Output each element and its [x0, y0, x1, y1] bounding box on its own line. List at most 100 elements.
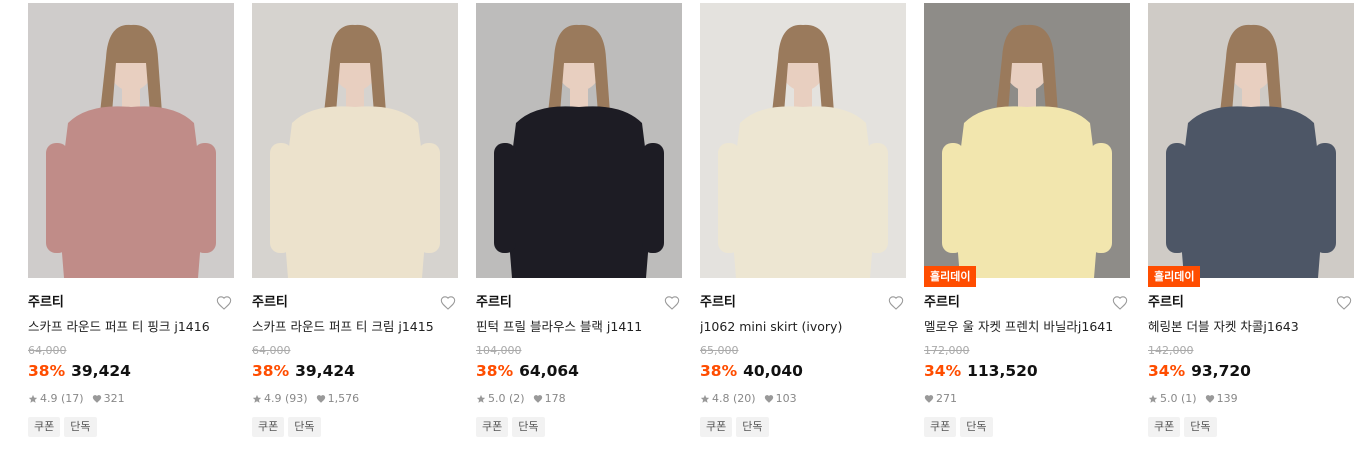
original-price: 142,000	[1148, 344, 1194, 357]
discount-rate: 34%	[1148, 362, 1186, 380]
brand-row: 주르티	[252, 293, 458, 313]
product-title[interactable]: 스카프 라운드 퍼프 티 크림 j1415	[252, 318, 458, 336]
star-icon	[476, 394, 486, 403]
model-photo-illustration	[1148, 3, 1354, 278]
price-row: 34% 93,720	[1148, 360, 1251, 382]
product-image[interactable]	[700, 3, 906, 278]
product-card[interactable]: 홀리데이 주르티 멜로우 울 자켓 프렌치 바닐라j1641 172,000 34% 11…	[924, 3, 1130, 453]
tag-chip: 쿠폰	[1148, 417, 1181, 437]
original-price: 65,000	[700, 344, 739, 357]
product-card[interactable]: 주르티스카프 라운드 퍼프 티 크림 j1415 64,000 38% 39,424 4…	[252, 3, 458, 453]
model-photo-illustration	[28, 3, 234, 278]
heart-filled-icon	[316, 395, 325, 403]
discount-rate: 34%	[924, 362, 962, 380]
tag-chip: 단독	[64, 417, 97, 437]
sale-price: 93,720	[1191, 362, 1251, 380]
review-count: (2)	[509, 392, 525, 405]
brand-name[interactable]: 주르티	[28, 293, 64, 313]
star-icon	[1148, 394, 1158, 403]
product-title[interactable]: 헤링본 더블 자켓 차콜j1643	[1148, 318, 1354, 336]
like-count: 139	[1216, 392, 1238, 405]
brand-name[interactable]: 주르티	[1148, 293, 1184, 313]
rating-value: 4.9	[264, 392, 282, 405]
wishlist-heart-icon[interactable]	[888, 295, 904, 311]
tag-chip: 쿠폰	[252, 417, 285, 437]
tag-chip: 쿠폰	[924, 417, 957, 437]
product-title[interactable]: 스카프 라운드 퍼프 티 핑크 j1416	[28, 318, 234, 336]
brand-name[interactable]: 주르티	[252, 293, 288, 313]
model-photo-illustration	[476, 3, 682, 278]
wishlist-heart-icon[interactable]	[1336, 295, 1352, 311]
model-photo-illustration	[252, 3, 458, 278]
tag-chip: 단독	[1184, 417, 1217, 437]
product-image[interactable]	[476, 3, 682, 278]
product-grid: 주르티스카프 라운드 퍼프 티 핑크 j1416 64,000 38% 39,424 4…	[28, 3, 1354, 453]
product-title[interactable]: 핀턱 프릴 블라우스 블랙 j1411	[476, 318, 682, 336]
product-card[interactable]: 주르티 핀턱 프릴 블라우스 블랙 j1411 104,000 38% 64,064 5.…	[476, 3, 682, 453]
product-image[interactable]	[924, 3, 1130, 278]
likes-group: 178	[533, 391, 566, 407]
review-meta: 4.9 (17) 321	[28, 391, 133, 407]
review-meta: 4.8 (20) 103	[700, 391, 805, 407]
original-price: 64,000	[252, 344, 291, 357]
brand-name[interactable]: 주르티	[476, 293, 512, 313]
product-image[interactable]	[1148, 3, 1354, 278]
discount-rate: 38%	[476, 362, 514, 380]
rating-value: 5.0	[1160, 392, 1178, 405]
brand-name[interactable]: 주르티	[924, 293, 960, 313]
likes-group: 1,576	[316, 391, 360, 407]
heart-filled-icon	[533, 395, 542, 403]
star-icon	[252, 394, 262, 403]
wishlist-heart-icon[interactable]	[1112, 295, 1128, 311]
price-row: 38% 39,424	[252, 360, 355, 382]
tag-list: 쿠폰 단독	[1148, 417, 1217, 437]
brand-row: 주르티	[476, 293, 682, 313]
star-icon	[28, 394, 38, 403]
review-count: (1)	[1181, 392, 1197, 405]
sale-price: 113,520	[967, 362, 1038, 380]
like-count: 1,576	[327, 392, 360, 405]
model-photo-illustration	[700, 3, 906, 278]
heart-filled-icon	[1205, 395, 1214, 403]
tag-list: 쿠폰 단독	[476, 417, 545, 437]
tag-list: 쿠폰 단독	[252, 417, 321, 437]
discount-rate: 38%	[252, 362, 290, 380]
product-card[interactable]: 주르티스카프 라운드 퍼프 티 핑크 j1416 64,000 38% 39,424 4…	[28, 3, 234, 453]
model-photo-illustration	[924, 3, 1130, 278]
review-meta: 4.9 (93) 1,576	[252, 391, 367, 407]
original-price: 64,000	[28, 344, 67, 357]
tag-chip: 쿠폰	[28, 417, 61, 437]
wishlist-heart-icon[interactable]	[664, 295, 680, 311]
product-image[interactable]	[28, 3, 234, 278]
heart-filled-icon	[764, 395, 773, 403]
like-count: 321	[103, 392, 125, 405]
product-title[interactable]: 멜로우 울 자켓 프렌치 바닐라j1641	[924, 318, 1130, 336]
star-icon	[700, 394, 710, 403]
review-meta: 5.0 (1) 139	[1148, 391, 1246, 407]
product-card[interactable]: 홀리데이 주르티 헤링본 더블 자켓 차콜j1643 142,000 34% 93,720…	[1148, 3, 1354, 453]
brand-row: 주르티	[28, 293, 234, 313]
like-count: 178	[544, 392, 566, 405]
rating-value: 4.8	[712, 392, 730, 405]
brand-row: 주르티	[924, 293, 1130, 313]
tag-list: 쿠폰 단독	[924, 417, 993, 437]
brand-row: 주르티	[700, 293, 906, 313]
tag-chip: 쿠폰	[476, 417, 509, 437]
brand-name[interactable]: 주르티	[700, 293, 736, 313]
likes-group: 321	[92, 391, 125, 407]
price-row: 38% 39,424	[28, 360, 131, 382]
product-title[interactable]: j1062 mini skirt (ivory)	[700, 318, 906, 336]
rating-value: 4.9	[40, 392, 58, 405]
price-row: 38% 40,040	[700, 360, 803, 382]
sale-price: 39,424	[295, 362, 355, 380]
wishlist-heart-icon[interactable]	[440, 295, 456, 311]
tag-chip: 단독	[736, 417, 769, 437]
review-meta: 5.0 (2) 178	[476, 391, 574, 407]
wishlist-heart-icon[interactable]	[216, 295, 232, 311]
tag-chip: 단독	[512, 417, 545, 437]
review-count: (93)	[285, 392, 308, 405]
product-card[interactable]: 주르티 j1062 mini skirt (ivory) 65,000 38% 40,0…	[700, 3, 906, 453]
rating-value: 5.0	[488, 392, 506, 405]
product-image[interactable]	[252, 3, 458, 278]
likes-group: 271	[924, 391, 957, 407]
